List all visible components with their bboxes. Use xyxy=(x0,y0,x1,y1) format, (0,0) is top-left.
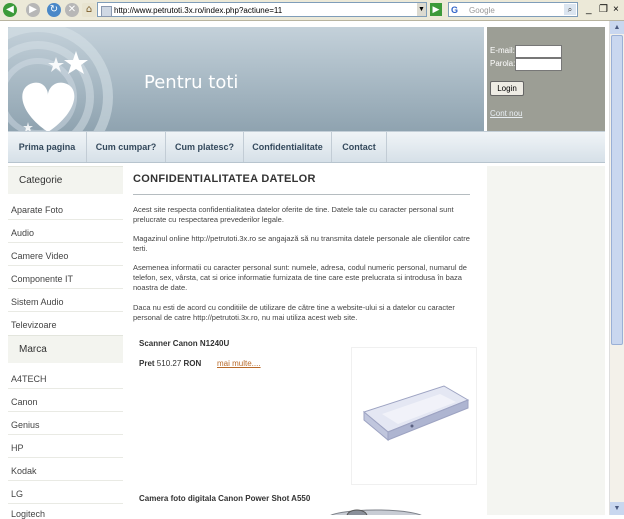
email-label: E-mail: xyxy=(490,46,515,55)
site-header: Pentru toti xyxy=(8,27,484,131)
category-heading: Categorie xyxy=(8,166,123,194)
reload-icon[interactable]: ↻ xyxy=(47,3,61,17)
password-label: Parola: xyxy=(490,59,516,68)
divider xyxy=(8,388,123,389)
divider xyxy=(8,434,123,435)
more-details-link[interactable]: mai multe.... xyxy=(217,359,261,368)
divider xyxy=(8,411,123,412)
divider xyxy=(8,503,123,504)
new-account-link[interactable]: Cont nou xyxy=(490,109,522,118)
scrollbar-thumb[interactable] xyxy=(611,35,623,345)
sidebar-item-canon[interactable]: Canon xyxy=(11,397,38,407)
address-bar[interactable]: http://www.petrutoti.3x.ro/index.php?act… xyxy=(97,2,427,17)
close-icon[interactable]: × xyxy=(613,4,619,16)
home-icon[interactable]: ⌂ xyxy=(82,3,96,17)
sidebar-item-televizoare[interactable]: Televizoare xyxy=(11,320,57,330)
sidebar-item-audio[interactable]: Audio xyxy=(11,228,34,238)
product-image-camera[interactable] xyxy=(321,506,431,515)
page-title: CONFIDENTIALITATEA DATELOR xyxy=(133,173,316,185)
nav-prima-pagina[interactable]: Prima pagina xyxy=(8,132,87,162)
address-text: http://www.petrutoti.3x.ro/index.php?act… xyxy=(114,6,283,15)
product-name[interactable]: Scanner Canon N1240U xyxy=(139,339,229,348)
heart-stars-logo-icon xyxy=(8,27,113,131)
title-divider xyxy=(133,194,470,195)
divider xyxy=(8,311,123,312)
page-scrollbar[interactable]: ▲ ▼ xyxy=(609,21,624,515)
sidebar-item-aparate-foto[interactable]: Aparate Foto xyxy=(11,205,63,215)
login-button[interactable]: Login xyxy=(490,81,524,96)
right-column xyxy=(487,166,605,515)
divider xyxy=(8,242,123,243)
back-arrow-icon[interactable]: ◀ xyxy=(3,3,17,17)
login-panel: E-mail: Parola: Login Cont nou xyxy=(487,27,605,131)
google-search-input[interactable]: G Google ⌕ xyxy=(448,2,578,17)
address-dropdown-icon[interactable]: ▼ xyxy=(417,3,426,16)
sidebar: Categorie Aparate Foto Audio Camere Vide… xyxy=(8,166,123,519)
scroll-up-icon[interactable]: ▲ xyxy=(610,21,624,34)
main-content: CONFIDENTIALITATEA DATELOR Acest site re… xyxy=(123,166,486,515)
scroll-down-icon[interactable]: ▼ xyxy=(610,502,624,515)
sidebar-item-a4tech[interactable]: A4TECH xyxy=(11,374,47,384)
divider xyxy=(8,288,123,289)
divider xyxy=(8,265,123,266)
product-name[interactable]: Camera foto digitala Canon Power Shot A5… xyxy=(139,494,310,503)
site-title: Pentru toti xyxy=(144,72,239,93)
product-image-scanner[interactable] xyxy=(351,347,477,485)
sidebar-item-logitech[interactable]: Logitech xyxy=(11,509,45,519)
camera-icon xyxy=(330,509,422,515)
sidebar-item-kodak[interactable]: Kodak xyxy=(11,466,37,476)
google-logo-icon: G xyxy=(451,5,459,15)
product-price: Pret 510.27 RON xyxy=(139,359,202,368)
scanner-icon xyxy=(362,385,470,442)
forward-arrow-icon[interactable]: ▶ xyxy=(26,3,40,17)
browser-toolbar: ◀ ▶ ↻ ✕ ⌂ http://www.petrutoti.3x.ro/ind… xyxy=(0,0,624,21)
search-placeholder: Google xyxy=(469,6,495,15)
nav-cum-cumpar[interactable]: Cum cumpar? xyxy=(87,132,166,162)
paragraph-3: Asemenea informatii cu caracter personal… xyxy=(133,263,467,292)
nav-confidentialitate[interactable]: Confidentialitate xyxy=(244,132,332,162)
go-arrow-icon[interactable]: ▶ xyxy=(430,3,442,16)
sidebar-item-hp[interactable]: HP xyxy=(11,443,24,453)
sidebar-item-sistem-audio[interactable]: Sistem Audio xyxy=(11,297,64,307)
paragraph-1: Acest site respecta confidentialitatea d… xyxy=(133,205,454,224)
minimize-icon[interactable]: _ xyxy=(586,4,592,16)
email-field[interactable] xyxy=(515,45,562,58)
paragraph-4: Daca nu esti de acord cu conditiile de u… xyxy=(133,303,455,322)
divider xyxy=(8,219,123,220)
page-favicon-icon xyxy=(101,6,112,17)
nav-contact[interactable]: Contact xyxy=(332,132,387,162)
sidebar-item-componente-it[interactable]: Componente IT xyxy=(11,274,73,284)
brand-heading: Marca xyxy=(8,335,123,363)
nav-cum-platesc[interactable]: Cum platesc? xyxy=(166,132,244,162)
web-page: Pentru toti E-mail: Parola: Login Cont n… xyxy=(0,21,624,519)
search-icon[interactable]: ⌕ xyxy=(564,4,576,15)
password-field[interactable] xyxy=(515,58,562,71)
stop-icon[interactable]: ✕ xyxy=(65,3,79,17)
sidebar-item-genius[interactable]: Genius xyxy=(11,420,40,430)
divider xyxy=(8,480,123,481)
paragraph-2: Magazinul online http://petrutoti.3x.ro … xyxy=(133,234,470,253)
main-nav: Prima pagina Cum cumpar? Cum platesc? Co… xyxy=(8,131,605,163)
divider xyxy=(8,457,123,458)
sidebar-item-camere-video[interactable]: Camere Video xyxy=(11,251,68,261)
sidebar-item-lg[interactable]: LG xyxy=(11,489,23,499)
restore-icon[interactable]: ❐ xyxy=(599,4,608,16)
